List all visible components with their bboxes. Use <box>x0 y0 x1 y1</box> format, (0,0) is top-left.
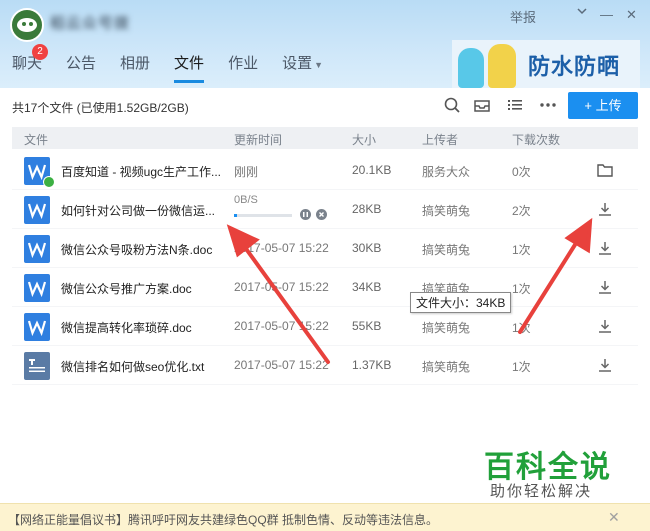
file-time: 2017-05-07 15:22 <box>234 358 329 372</box>
file-name[interactable]: 百度知道 - 视频ugc生产工作... <box>61 163 226 180</box>
list-view-icon[interactable] <box>504 94 526 116</box>
file-uploader: 服务大众 <box>422 165 471 179</box>
file-uploader: 搞笑萌兔 <box>422 321 471 335</box>
close-button[interactable]: ✕ <box>626 7 637 23</box>
download-progress: 0B/S <box>234 194 327 220</box>
raincoat-figures-image <box>458 44 522 88</box>
file-downloads: 1次 <box>512 282 531 296</box>
file-downloads: 1次 <box>512 321 531 335</box>
window-header: 稻云众号拨 举报 — ✕ 聊天 2 公告 相册 文件 作业 设置 ▼ 防水防晒 <box>0 0 650 88</box>
column-header-size: 大小 <box>352 133 377 147</box>
file-uploader: 搞笑萌兔 <box>422 243 471 257</box>
file-time: 2017-05-07 15:22 <box>234 319 329 333</box>
file-count-summary: 共17个文件 (已使用1.52GB/2GB) <box>12 101 189 115</box>
close-icon[interactable]: ✕ <box>608 509 620 526</box>
tab-album[interactable]: 相册 <box>120 52 150 83</box>
download-icon[interactable] <box>596 239 614 257</box>
download-icon[interactable] <box>596 200 614 218</box>
file-name[interactable]: 微信公众号吸粉方法N条.doc <box>61 241 226 258</box>
chevron-down-icon: ▼ <box>314 60 324 70</box>
table-row[interactable]: 百度知道 - 视频ugc生产工作... 刚刚 20.1KB 服务大众 0次 <box>12 151 638 190</box>
tab-chat[interactable]: 聊天 2 <box>12 44 48 83</box>
file-name[interactable]: 微信提高转化率琐碎.doc <box>61 319 226 336</box>
table-row[interactable]: 如何针对公司做一份微信运... 0B/S 28KB 搞笑萌兔 2次 <box>12 190 638 229</box>
file-downloads: 0次 <box>512 165 531 179</box>
tab-homework-label: 作业 <box>228 55 259 72</box>
word-file-icon <box>24 157 55 188</box>
file-size-tooltip: 文件大小：34KB <box>410 292 512 313</box>
tab-files-label: 文件 <box>174 55 205 72</box>
more-icon[interactable] <box>537 94 559 116</box>
watermark-logo: 百科全说 助你轻松解决 <box>460 440 630 504</box>
download-icon[interactable] <box>596 278 614 296</box>
folder-icon[interactable] <box>596 161 614 179</box>
column-header-name: 文件 <box>24 133 49 147</box>
word-file-icon <box>24 274 50 302</box>
upload-button[interactable]: + 上传 <box>568 92 638 119</box>
file-downloads: 2次 <box>512 204 531 218</box>
ad-banner-text: 防水防晒 <box>528 54 621 79</box>
group-title: 稻云众号拨 <box>50 15 131 32</box>
pause-icon[interactable] <box>300 209 311 220</box>
column-header-uploader: 上传者 <box>422 133 459 147</box>
file-name[interactable]: 微信公众号推广方案.doc <box>61 280 226 297</box>
file-name[interactable]: 微信排名如何做seo优化.txt <box>61 358 226 375</box>
download-icon[interactable] <box>596 356 614 374</box>
verified-check-icon <box>43 176 55 188</box>
column-header-time: 更新时间 <box>234 133 283 147</box>
file-name[interactable]: 如何针对公司做一份微信运... <box>61 202 226 219</box>
file-size: 34KB <box>352 280 382 294</box>
file-list: 百度知道 - 视频ugc生产工作... 刚刚 20.1KB 服务大众 0次 如何… <box>12 151 638 385</box>
table-row[interactable]: 微信排名如何做seo优化.txt 2017-05-07 15:22 1.37KB… <box>12 346 638 385</box>
tab-bar: 聊天 2 公告 相册 文件 作业 设置 ▼ <box>12 44 347 83</box>
word-file-icon <box>24 196 50 224</box>
minimize-button[interactable]: — <box>600 7 613 22</box>
file-size: 28KB <box>352 202 382 216</box>
ad-banner[interactable]: 防水防晒 <box>452 40 640 88</box>
file-size: 55KB <box>352 319 382 333</box>
table-row[interactable]: 微信提高转化率琐碎.doc 2017-05-07 15:22 55KB 搞笑萌兔… <box>12 307 638 346</box>
tab-announcements-label: 公告 <box>66 55 97 72</box>
cancel-icon[interactable] <box>316 209 327 220</box>
search-icon[interactable] <box>441 94 463 116</box>
inbox-icon[interactable] <box>471 94 493 116</box>
tab-homework[interactable]: 作业 <box>228 52 258 83</box>
watermark-subtitle: 助你轻松解决 <box>490 483 593 500</box>
unread-badge: 2 <box>32 44 48 60</box>
file-time: 2017-05-07 15:22 <box>234 280 329 294</box>
tab-settings[interactable]: 设置 ▼ <box>282 52 323 83</box>
word-file-icon <box>24 235 50 263</box>
table-header: 文件 更新时间 大小 上传者 下载次数 <box>12 127 638 149</box>
notice-bar: 【网络正能量倡议书】腾讯呼吁网友共建绿色QQ群 抵制色情、反动等违法信息。 ✕ <box>0 503 650 531</box>
file-size: 1.37KB <box>352 358 392 372</box>
dropdown-menu-icon[interactable] <box>576 5 588 20</box>
download-icon[interactable] <box>596 317 614 335</box>
file-uploader: 搞笑萌兔 <box>422 204 471 218</box>
file-toolbar: 共17个文件 (已使用1.52GB/2GB) + 上传 <box>0 88 650 124</box>
notice-text[interactable]: 【网络正能量倡议书】腾讯呼吁网友共建绿色QQ群 抵制色情、反动等违法信息。 <box>8 511 438 528</box>
file-size: 30KB <box>352 241 382 255</box>
file-downloads: 1次 <box>512 360 531 374</box>
group-avatar[interactable] <box>10 8 44 42</box>
file-time: 2017-05-07 15:22 <box>234 241 329 255</box>
text-file-icon <box>24 352 50 380</box>
tab-files[interactable]: 文件 <box>174 52 205 83</box>
progress-bar <box>234 214 292 217</box>
tab-album-label: 相册 <box>120 55 151 72</box>
download-speed: 0B/S <box>234 194 258 206</box>
table-row[interactable]: 微信公众号推广方案.doc 2017-05-07 15:22 34KB 搞笑萌兔… <box>12 268 638 307</box>
file-downloads: 1次 <box>512 243 531 257</box>
report-link[interactable]: 举报 <box>510 7 536 26</box>
column-header-downloads: 下载次数 <box>512 133 561 147</box>
file-time: 刚刚 <box>234 165 259 179</box>
tab-announcements[interactable]: 公告 <box>66 52 96 83</box>
tab-settings-label: 设置 <box>282 55 313 72</box>
file-uploader: 搞笑萌兔 <box>422 360 471 374</box>
file-size: 20.1KB <box>352 163 392 177</box>
word-file-icon <box>24 313 50 341</box>
table-row[interactable]: 微信公众号吸粉方法N条.doc 2017-05-07 15:22 30KB 搞笑… <box>12 229 638 268</box>
